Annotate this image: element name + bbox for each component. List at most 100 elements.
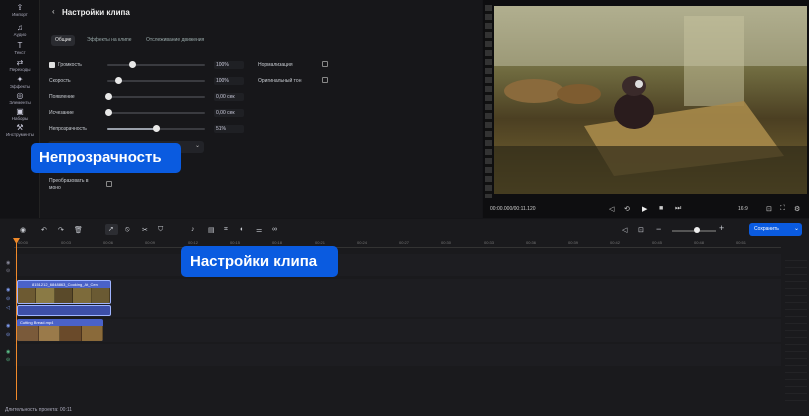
- opacity-value[interactable]: 51%: [214, 125, 244, 133]
- undo-icon[interactable]: ↶: [41, 226, 47, 234]
- eye-icon[interactable]: ◉: [6, 260, 10, 266]
- original-tone-label: Оригинальный тон: [258, 78, 302, 84]
- convert-mono-label: Преобразовать в: [49, 178, 89, 184]
- aspect-ratio-select[interactable]: 16:9: [738, 206, 748, 212]
- fade-in-slider[interactable]: [107, 96, 205, 98]
- color-icon[interactable]: ◐: [240, 226, 244, 233]
- settings-gear-icon[interactable]: ⚙: [794, 205, 800, 213]
- opacity-slider-fill: [107, 128, 157, 130]
- ruler-tick: 00:51: [736, 240, 747, 245]
- eye-icon[interactable]: ◉: [6, 349, 10, 355]
- fade-out-slider-knob[interactable]: [105, 109, 112, 116]
- sidebar-item-audio[interactable]: ♫ Аудио: [0, 23, 40, 37]
- sidebar-item-import[interactable]: ⇪ Импорт: [0, 3, 40, 17]
- normalization-checkbox[interactable]: [322, 61, 328, 67]
- convert-mono-checkbox[interactable]: [106, 181, 112, 187]
- opacity-callout: Непрозрачность: [31, 143, 181, 173]
- redo-icon[interactable]: ↷: [58, 226, 64, 234]
- audio-wave-icon[interactable]: ♪: [191, 226, 195, 233]
- link-icon[interactable]: ∞: [272, 226, 277, 233]
- sidebar-item-effects[interactable]: ✦ Эффекты: [0, 75, 40, 89]
- sidebar-item-text[interactable]: T Текст: [0, 41, 40, 55]
- crop-frame-icon[interactable]: ▤: [208, 226, 215, 234]
- music-note-icon: ♫: [17, 23, 23, 32]
- preview-scene: [494, 6, 807, 194]
- zoom-slider-knob[interactable]: [694, 227, 700, 233]
- panel-title: Настройки клипа: [62, 8, 130, 17]
- lock-icon[interactable]: ⊝: [6, 332, 10, 338]
- sidebar-item-label: Текст: [14, 50, 26, 55]
- fade-out-slider[interactable]: [107, 112, 205, 114]
- tab-clip-effects[interactable]: Эффекты на клипе: [83, 35, 136, 46]
- sidebar-item-tools[interactable]: ⚒ Инструменты: [0, 123, 40, 137]
- video-clip-1[interactable]: 8151212_6848863_Cooking_At_Cen: [17, 280, 111, 304]
- ruler-tick: 00:48: [694, 240, 705, 245]
- track-text[interactable]: [14, 254, 781, 276]
- speed-slider-knob[interactable]: [115, 77, 122, 84]
- ruler-tick: 00:42: [610, 240, 621, 245]
- zoom-out-icon[interactable]: −: [656, 224, 661, 234]
- zoom-in-icon[interactable]: +: [719, 223, 724, 233]
- track-video-2[interactable]: [14, 319, 781, 342]
- fade-out-value[interactable]: 0,00 сек: [214, 109, 244, 117]
- playhead[interactable]: [16, 240, 17, 400]
- speaker-icon[interactable]: ◁: [622, 226, 627, 234]
- track-audio[interactable]: [14, 344, 781, 366]
- play-icon[interactable]: ▶: [642, 205, 647, 213]
- zoom-fit-icon[interactable]: ⊡: [638, 226, 644, 234]
- next-frame-icon[interactable]: ⏭: [675, 205, 681, 213]
- volume-label: Громкость: [58, 62, 82, 68]
- scissors-icon[interactable]: ✂: [142, 226, 148, 234]
- delete-icon[interactable]: 🗑: [74, 226, 83, 234]
- fade-in-value[interactable]: 0,00 сек: [214, 93, 244, 101]
- left-sidebar: ⇪ Импорт ♫ Аудио T Текст ⇄ Переходы ✦ Эффекты…: [0, 0, 40, 218]
- ruler-tick: 00:45: [652, 240, 663, 245]
- volume-value[interactable]: 100%: [214, 61, 244, 69]
- mute-icon[interactable]: ◁: [6, 305, 10, 311]
- save-button[interactable]: Сохранить ⌄: [749, 223, 802, 236]
- original-tone-checkbox[interactable]: [322, 77, 328, 83]
- snapshot-icon[interactable]: ⊡: [766, 205, 772, 213]
- marker-icon[interactable]: ⛉: [158, 226, 163, 234]
- fullscreen-icon[interactable]: ⛶: [780, 205, 785, 213]
- timeline-ruler[interactable]: [14, 238, 781, 248]
- chevron-down-icon: ⌄: [793, 226, 799, 232]
- clip-thumbnails: [18, 288, 110, 303]
- volume-slider[interactable]: [107, 64, 205, 66]
- normalization-label: Нормализация: [258, 62, 293, 68]
- speed-label: Скорость: [49, 78, 71, 84]
- clip-title: 8151212_6848863_Cooking_At_Cen: [32, 282, 98, 287]
- lock-icon[interactable]: ⊝: [6, 296, 10, 302]
- back-arrow-icon[interactable]: ‹: [52, 7, 55, 16]
- ruler-tick: 00:24: [357, 240, 368, 245]
- clip-settings-icon[interactable]: ⚌: [256, 226, 262, 234]
- rewind-icon[interactable]: ⟲: [624, 205, 630, 213]
- fade-in-slider-knob[interactable]: [105, 93, 112, 100]
- lock-icon[interactable]: ⊝: [6, 357, 10, 363]
- clip-title: Cutting Bread.mp4: [20, 320, 54, 325]
- video-preview: [494, 6, 807, 194]
- track-video-1[interactable]: [14, 279, 781, 317]
- tab-general[interactable]: Общие: [51, 35, 76, 46]
- opacity-slider-knob[interactable]: [153, 125, 160, 132]
- blade-icon[interactable]: ⦸: [125, 226, 130, 234]
- video-clip-2[interactable]: Cutting Bread.mp4: [17, 319, 103, 341]
- sidebar-item-sets[interactable]: ▣ Наборы: [0, 107, 40, 121]
- select-tool[interactable]: ➚: [105, 224, 118, 235]
- audio-clip-1[interactable]: [17, 305, 111, 316]
- tab-motion-tracking[interactable]: Отслеживание движения: [142, 35, 208, 46]
- volume-icon[interactable]: ◁: [609, 205, 614, 213]
- eye-icon[interactable]: ◉: [6, 287, 10, 293]
- speed-value[interactable]: 100%: [214, 77, 244, 85]
- volume-slider-knob[interactable]: [129, 61, 136, 68]
- import-icon: ⇪: [16, 3, 24, 12]
- stop-icon[interactable]: ■: [659, 205, 663, 212]
- lock-icon[interactable]: ⊝: [6, 268, 10, 274]
- volume-checkbox[interactable]: [49, 62, 55, 68]
- ruler-tick: 00:09: [145, 240, 156, 245]
- crop-icon[interactable]: ⌗: [224, 226, 228, 234]
- sidebar-item-transitions[interactable]: ⇄ Переходы: [0, 58, 40, 72]
- record-icon[interactable]: ◉: [20, 226, 26, 234]
- eye-icon[interactable]: ◉: [6, 323, 10, 329]
- sidebar-item-elements[interactable]: ◎ Элементы: [0, 91, 40, 105]
